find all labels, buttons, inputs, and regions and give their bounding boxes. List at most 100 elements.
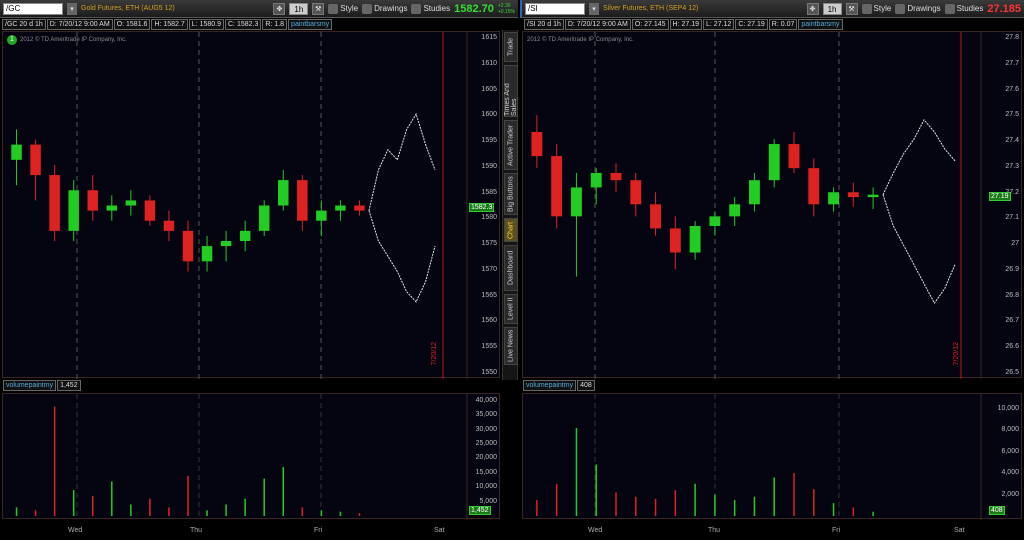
volume-tick-label: 30,000: [475, 425, 497, 433]
right-chart-toolbar: ▾ Silver Futures, ETH (SEP4 12) ✥ 1h ⚒ S…: [520, 0, 1024, 18]
left-wrench-icon[interactable]: ⚒: [312, 2, 325, 15]
candle-body: [125, 200, 137, 206]
price-tick-label: 1560: [481, 317, 497, 325]
price-tick-label: 26.8: [1005, 291, 1019, 299]
left-price-panel[interactable]: 1 2012 © TD Ameritrade IP Company, Inc. …: [2, 31, 500, 379]
left-period-button[interactable]: 1h: [289, 2, 309, 15]
price-tick-label: 1565: [481, 291, 497, 299]
pencil-icon: [362, 3, 373, 14]
left-style-button[interactable]: Style: [328, 3, 358, 14]
right-period-button[interactable]: 1h: [822, 2, 842, 15]
candle-body: [144, 200, 156, 221]
left-volume-study-name[interactable]: volumepaintmy: [3, 380, 57, 391]
right-info-range: R: 0.07: [768, 18, 798, 30]
candle-body: [808, 168, 820, 205]
candle-body: [278, 180, 289, 206]
volume-tick-label: 20,000: [475, 454, 497, 462]
left-price-chart: [11, 32, 468, 379]
right-last-price: 27.185: [987, 2, 1021, 15]
candle-body: [867, 194, 879, 198]
right-info-close: C: 27.19: [735, 18, 768, 30]
right-last-price-tag: 27.19: [989, 192, 1011, 201]
candle-body: [847, 192, 859, 198]
side-tab-chart[interactable]: Chart: [504, 218, 518, 242]
candle-body: [729, 204, 741, 217]
left-volume-chart: [15, 394, 468, 520]
candle-body: [650, 204, 661, 229]
right-crosshair-icon[interactable]: ✥: [806, 2, 819, 15]
right-symbol-input[interactable]: [525, 2, 585, 15]
price-tick-label: 1595: [481, 137, 497, 145]
price-tick-label: 26.5: [1005, 369, 1019, 376]
price-tick-label: 27.7: [1005, 59, 1019, 67]
side-tab-big-buttons[interactable]: Big Buttons: [504, 173, 518, 215]
right-volume-panel[interactable]: 10,000 8,000 6,000 4,000 2,000 408: [522, 393, 1022, 520]
candle-body: [709, 216, 721, 226]
side-tab-times-and-sales[interactable]: Times And Sales: [504, 65, 518, 117]
candle-body: [749, 180, 760, 205]
left-time-axis: Wed Thu Fri Sat: [2, 527, 500, 539]
left-last-price: 1582.70: [454, 2, 494, 15]
candle-body: [316, 210, 327, 221]
right-symbol-dropdown-icon[interactable]: ▾: [589, 2, 599, 15]
side-tab-level-ii[interactable]: Level II: [504, 294, 518, 324]
left-studies-label: Studies: [423, 4, 451, 13]
volume-tick-label: 6,000: [1001, 447, 1019, 455]
volume-tick-label: 35,000: [475, 411, 497, 419]
candle-body: [163, 220, 175, 231]
price-tick-label: 27.6: [1005, 85, 1019, 93]
right-drawings-button[interactable]: Drawings: [895, 3, 941, 14]
candle-body: [201, 246, 213, 262]
candle-body: [669, 228, 681, 253]
volume-tick-label: 15,000: [475, 468, 497, 476]
side-tab-dashboard[interactable]: Dashboard: [504, 245, 518, 291]
candle-body: [106, 205, 118, 211]
side-tab-active-trader[interactable]: Active Trader: [504, 120, 518, 170]
volume-tick-label: 2,000: [1001, 490, 1019, 498]
candle-body: [30, 144, 41, 176]
price-tick-label: 1550: [481, 369, 497, 376]
left-info-interval[interactable]: /GC 20 d 1h: [2, 18, 46, 30]
studies-icon: [944, 3, 955, 14]
volume-tick-label: 4,000: [1001, 469, 1019, 477]
side-tab-trade[interactable]: Trade: [504, 32, 518, 62]
price-tick-label: 1585: [481, 188, 497, 196]
right-price-panel[interactable]: 2012 © TD Ameritrade IP Company, Inc. 27…: [522, 31, 1022, 379]
volume-tick-label: 5,000: [479, 497, 497, 505]
left-symbol-dropdown-icon[interactable]: ▾: [67, 2, 77, 15]
left-info-close: C: 1582.3: [225, 18, 262, 30]
price-tick-label: 27: [1011, 240, 1019, 248]
right-price-chart: [531, 32, 982, 379]
style-icon: [861, 3, 872, 14]
day-label: Wed: [68, 527, 83, 534]
candle-body: [828, 192, 839, 205]
left-info-study[interactable]: paintbarsmy: [288, 18, 333, 30]
right-studies-label: Studies: [956, 4, 984, 13]
left-info-date: D: 7/20/12 9:00 AM: [46, 18, 113, 30]
left-symbol-input[interactable]: [3, 2, 63, 15]
price-tick-label: 26.6: [1005, 343, 1019, 351]
side-tab-live-news[interactable]: Live News: [504, 327, 518, 365]
right-volume-study-name[interactable]: volumepaintmy: [523, 380, 577, 391]
right-studies-button[interactable]: Studies: [944, 3, 984, 14]
price-tick-label: 1600: [481, 111, 497, 119]
candle-body: [182, 230, 194, 262]
right-expiry-label: 7/20/12: [953, 342, 960, 366]
volume-tick-label: 10,000: [997, 404, 1019, 412]
right-info-study[interactable]: paintbarsmy: [798, 18, 843, 30]
right-wrench-icon[interactable]: ⚒: [845, 2, 858, 15]
left-studies-button[interactable]: Studies: [411, 3, 451, 14]
right-info-interval[interactable]: /SI 20 d 1h: [524, 18, 564, 30]
left-drawings-button[interactable]: Drawings: [362, 3, 407, 14]
right-info-open: O: 27.145: [631, 18, 669, 30]
left-expiry-label: 7/20/12: [431, 342, 438, 366]
right-volume-chart: [536, 394, 982, 520]
price-tick-label: 27.4: [1005, 137, 1019, 145]
price-tick-label: 26.9: [1005, 265, 1019, 273]
right-style-button[interactable]: Style: [861, 3, 891, 14]
candle-body: [630, 180, 642, 205]
left-volume-panel[interactable]: 40,000 35,000 30,000 25,000 20,000 15,000 10,0…: [2, 393, 500, 520]
candle-body: [610, 172, 622, 181]
left-volume-study-label: volumepaintmy 1,452: [3, 380, 81, 391]
left-crosshair-icon[interactable]: ✥: [273, 2, 286, 15]
